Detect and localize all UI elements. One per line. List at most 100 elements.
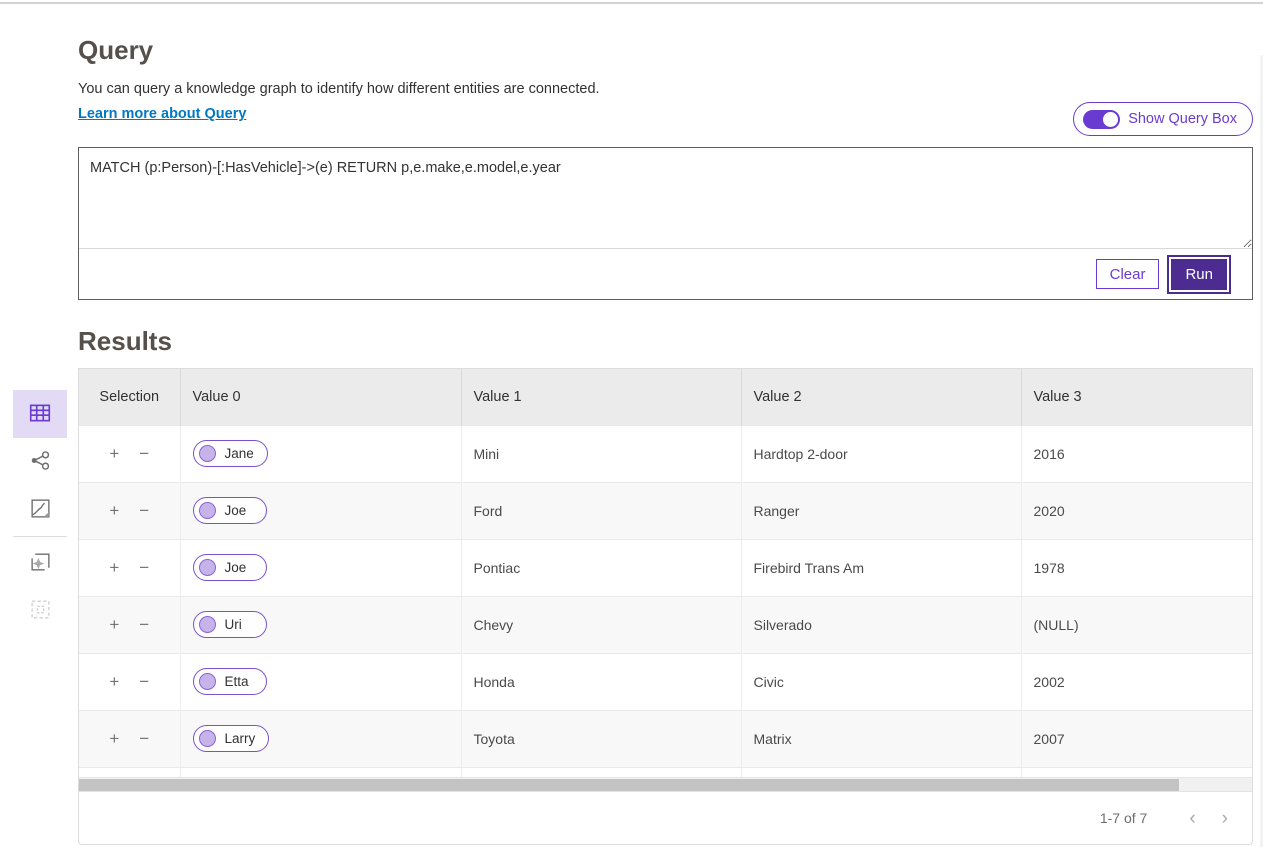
- table-row: + −: [79, 767, 1252, 777]
- entity-chip[interactable]: Joe: [193, 554, 267, 581]
- value1-cell: [461, 767, 741, 777]
- selection-cell: + −: [79, 710, 180, 767]
- value1-cell: Chevy: [461, 596, 741, 653]
- horizontal-scrollbar-thumb[interactable]: [79, 779, 1179, 791]
- query-actions-bar: Clear Run: [79, 248, 1252, 299]
- selection-view-icon: [29, 598, 52, 624]
- entity-chip[interactable]: Larry: [193, 725, 270, 752]
- page-description: You can query a knowledge graph to ident…: [78, 81, 1253, 97]
- page-title: Query: [78, 36, 1253, 64]
- sidebar-divider: [13, 536, 67, 537]
- entity-node-icon: [199, 502, 216, 519]
- table-view-icon: [28, 401, 52, 428]
- entity-chip[interactable]: Joe: [193, 497, 267, 524]
- remove-from-selection-button[interactable]: −: [139, 445, 149, 462]
- show-query-box-toggle[interactable]: Show Query Box: [1073, 102, 1253, 136]
- clear-button[interactable]: Clear: [1096, 259, 1160, 289]
- selection-cell: + −: [79, 425, 180, 482]
- column-header-value3: Value 3: [1021, 369, 1252, 425]
- remove-from-selection-button[interactable]: −: [139, 616, 149, 633]
- value0-cell: Larry: [180, 710, 461, 767]
- selection-cell: + −: [79, 653, 180, 710]
- value3-cell: 2002: [1021, 653, 1252, 710]
- remove-from-selection-button[interactable]: −: [139, 559, 149, 576]
- results-table: Selection Value 0 Value 1 Value 2 Value …: [79, 369, 1252, 777]
- selection-cell: + −: [79, 539, 180, 596]
- add-to-selection-button[interactable]: +: [109, 502, 119, 519]
- learn-more-link[interactable]: Learn more about Query: [78, 106, 246, 122]
- toggle-label: Show Query Box: [1128, 111, 1237, 127]
- value3-cell: 2007: [1021, 710, 1252, 767]
- table-view-button[interactable]: [13, 390, 67, 438]
- entity-chip[interactable]: Uri: [193, 611, 267, 638]
- entity-chip[interactable]: Jane: [193, 440, 268, 467]
- value1-cell: Honda: [461, 653, 741, 710]
- entity-name: Etta: [225, 674, 253, 689]
- pagination-prev-button[interactable]: ‹: [1183, 807, 1201, 830]
- new-map-view-icon: [29, 550, 52, 576]
- entity-name: Jane: [225, 446, 254, 461]
- map-view-button[interactable]: [13, 486, 67, 534]
- link-chart-view-button[interactable]: [13, 438, 67, 486]
- column-header-value2: Value 2: [741, 369, 1021, 425]
- value0-cell: [180, 767, 461, 777]
- remove-from-selection-button[interactable]: −: [139, 673, 149, 690]
- entity-node-icon: [199, 730, 216, 747]
- remove-from-selection-button[interactable]: −: [139, 730, 149, 747]
- value3-cell: [1021, 767, 1252, 777]
- selection-cell: + −: [79, 482, 180, 539]
- value2-cell: Ranger: [741, 482, 1021, 539]
- table-row: + − Larry Toyota Matrix 2007: [79, 710, 1252, 767]
- entity-name: Joe: [225, 560, 253, 575]
- map-view-icon: [29, 497, 52, 523]
- value2-cell: Matrix: [741, 710, 1021, 767]
- table-row: + − Uri Chevy Silverado (NULL): [79, 596, 1252, 653]
- query-box: MATCH (p:Person)-[:HasVehicle]->(e) RETU…: [78, 147, 1253, 300]
- entity-chip[interactable]: Etta: [193, 668, 267, 695]
- selection-view-button[interactable]: [13, 587, 67, 635]
- entity-node-icon: [199, 559, 216, 576]
- value2-cell: [741, 767, 1021, 777]
- pagination-range-label: 1-7 of 7: [1100, 810, 1147, 826]
- new-map-view-button[interactable]: [13, 539, 67, 587]
- remove-from-selection-button[interactable]: −: [139, 502, 149, 519]
- value2-cell: Firebird Trans Am: [741, 539, 1021, 596]
- table-row: + − Etta Honda Civic 2002: [79, 653, 1252, 710]
- entity-node-icon: [199, 673, 216, 690]
- view-switcher-sidebar: [13, 390, 67, 635]
- add-to-selection-button[interactable]: +: [109, 673, 119, 690]
- value0-cell: Joe: [180, 539, 461, 596]
- add-to-selection-button[interactable]: +: [109, 730, 119, 747]
- selection-cell: + −: [79, 596, 180, 653]
- query-panel: Query You can query a knowledge graph to…: [78, 30, 1253, 845]
- column-header-value1: Value 1: [461, 369, 741, 425]
- query-input[interactable]: MATCH (p:Person)-[:HasVehicle]->(e) RETU…: [79, 148, 1252, 248]
- value3-cell: 1978: [1021, 539, 1252, 596]
- entity-name: Larry: [225, 731, 256, 746]
- column-header-selection: Selection: [79, 369, 180, 425]
- toggle-knob: [1103, 112, 1118, 127]
- value3-cell: (NULL): [1021, 596, 1252, 653]
- add-to-selection-button[interactable]: +: [109, 559, 119, 576]
- add-to-selection-button[interactable]: +: [109, 616, 119, 633]
- pagination-next-button[interactable]: ›: [1216, 807, 1234, 830]
- horizontal-scrollbar-track[interactable]: [79, 777, 1252, 791]
- table-row: + − Joe Ford Ranger 2020: [79, 482, 1252, 539]
- column-header-value0: Value 0: [180, 369, 461, 425]
- results-card: Selection Value 0 Value 1 Value 2 Value …: [78, 368, 1253, 845]
- value3-cell: 2020: [1021, 482, 1252, 539]
- page-top-divider: [0, 2, 1263, 4]
- table-row: + − Jane Mini Hardtop 2-door 2016: [79, 425, 1252, 482]
- run-button[interactable]: Run: [1171, 259, 1227, 290]
- entity-node-icon: [199, 616, 216, 633]
- value3-cell: 2016: [1021, 425, 1252, 482]
- value2-cell: Hardtop 2-door: [741, 425, 1021, 482]
- add-to-selection-button[interactable]: +: [109, 445, 119, 462]
- value1-cell: Pontiac: [461, 539, 741, 596]
- link-chart-view-icon: [29, 449, 52, 475]
- entity-node-icon: [199, 445, 216, 462]
- selection-cell: + −: [79, 767, 180, 777]
- value1-cell: Mini: [461, 425, 741, 482]
- results-title: Results: [78, 327, 1253, 355]
- value0-cell: Jane: [180, 425, 461, 482]
